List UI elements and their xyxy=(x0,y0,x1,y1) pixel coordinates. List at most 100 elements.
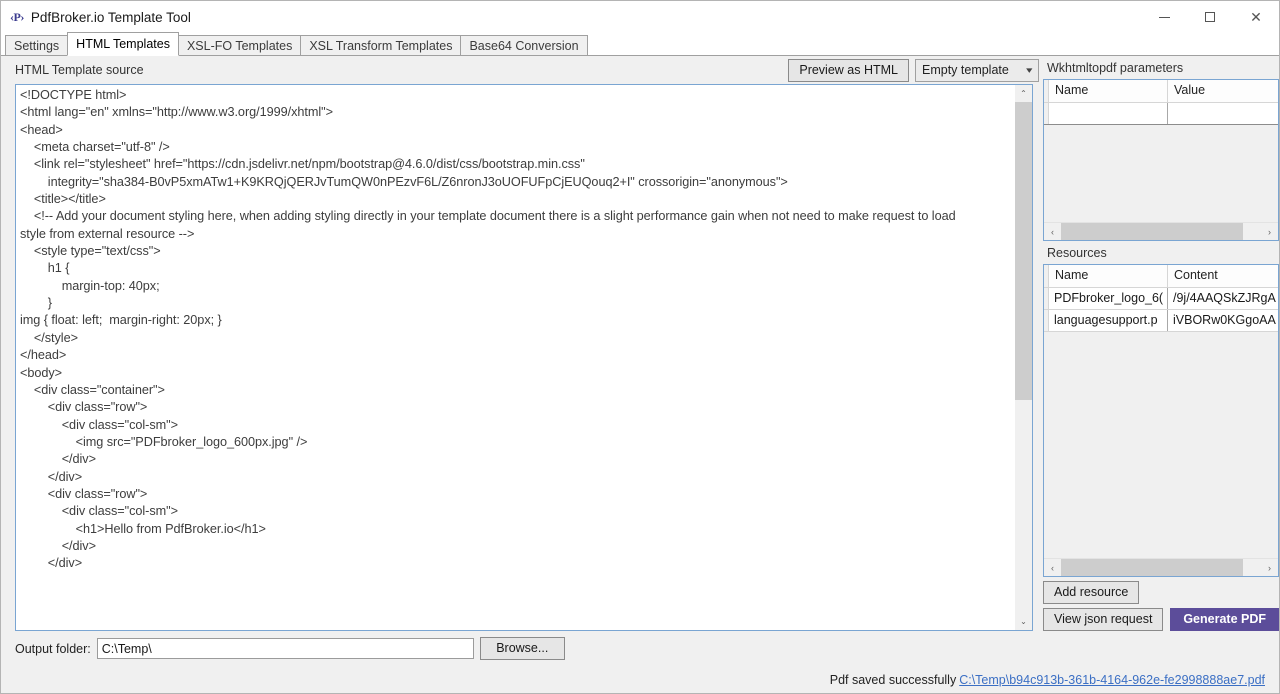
add-resource-row: Add resource xyxy=(1043,577,1279,604)
code-line: </style> xyxy=(20,330,78,345)
scrollbar-track[interactable] xyxy=(1061,223,1261,240)
generate-pdf-button[interactable]: Generate PDF xyxy=(1170,608,1279,631)
resources-column-content: Content xyxy=(1174,268,1218,282)
params-column-name: Name xyxy=(1049,80,1168,102)
params-column-value: Value xyxy=(1174,83,1206,97)
table-row[interactable]: languagesupport.p iVBORw0KGgoAA xyxy=(1044,310,1278,332)
close-button[interactable]: ✕ xyxy=(1233,1,1279,33)
preview-as-html-button[interactable]: Preview as HTML xyxy=(788,58,909,82)
chevron-down-icon: ▾ xyxy=(1026,64,1033,75)
code-line: <div class="row"> xyxy=(20,400,148,415)
code-line: integrity="sha384-B0vP5xmATw1+K9KRQjQERJ… xyxy=(20,174,788,189)
scrollbar-thumb[interactable] xyxy=(1061,559,1243,576)
status-bar: Pdf saved successfully C:\Temp\b94c913b-3… xyxy=(830,673,1265,687)
code-line: <div class="row"> xyxy=(20,486,148,501)
scrollbar-thumb[interactable] xyxy=(1015,102,1032,400)
resource-cell-content[interactable]: /9j/4AAQSkZJRgA xyxy=(1168,288,1278,309)
code-line: <!DOCTYPE html> xyxy=(20,88,127,102)
code-line: <head> xyxy=(20,122,63,137)
code-line: <div class="col-sm"> xyxy=(20,417,178,432)
tab-html-templates[interactable]: HTML Templates xyxy=(67,32,179,56)
code-editor[interactable]: <!DOCTYPE html> <html lang="en" xmlns="h… xyxy=(15,84,1033,631)
scroll-up-icon[interactable]: ⌃ xyxy=(1015,85,1032,102)
wkhtmltopdf-parameters-grid[interactable]: Name Value ‹ › xyxy=(1043,79,1279,241)
main-content: HTML Template source Preview as HTML Emp… xyxy=(1,56,1279,631)
editor-vertical-scrollbar[interactable]: ⌃ ⌄ xyxy=(1014,85,1032,630)
resource-cell-content[interactable]: iVBORw0KGgoAA xyxy=(1168,310,1278,331)
scroll-right-icon[interactable]: › xyxy=(1261,560,1278,576)
code-line: <img src="PDFbroker_logo_600px.jpg" /> xyxy=(20,434,308,449)
source-toolbar: HTML Template source Preview as HTML Emp… xyxy=(1,56,1039,84)
scroll-down-icon[interactable]: ⌄ xyxy=(1015,613,1032,630)
output-folder-row: Output folder: Browse... xyxy=(1,631,1279,660)
maximize-button[interactable] xyxy=(1187,1,1233,33)
code-line: <style type="text/css"> xyxy=(20,244,161,259)
resource-cell-name[interactable]: PDFbroker_logo_6( xyxy=(1049,288,1168,309)
code-line: margin-top: 40px; xyxy=(20,278,160,293)
title-bar: ‹P› PdfBroker.io Template Tool ✕ xyxy=(1,1,1279,33)
code-line: </head> xyxy=(20,348,67,363)
resources-horizontal-scrollbar[interactable]: ‹ › xyxy=(1044,558,1278,576)
status-message: Pdf saved successfully xyxy=(829,673,957,687)
scroll-left-icon[interactable]: ‹ xyxy=(1044,224,1061,240)
saved-pdf-link[interactable]: C:\Temp\b94c913b-361b-4164-962e-fe299888… xyxy=(959,673,1265,687)
source-label: HTML Template source xyxy=(15,63,144,77)
output-folder-input[interactable] xyxy=(96,638,474,659)
code-line: img { float: left; margin-right: 20px; } xyxy=(20,313,222,328)
browse-button[interactable]: Browse... xyxy=(479,637,565,660)
code-line: </div> xyxy=(20,538,96,553)
table-row[interactable] xyxy=(1044,103,1278,125)
template-select-value: Empty template xyxy=(922,63,1009,77)
code-line: <body> xyxy=(20,365,63,380)
code-line: style from external resource --> xyxy=(20,226,195,241)
minimize-button[interactable] xyxy=(1141,1,1187,33)
code-line: </div> xyxy=(20,556,83,571)
window-controls: ✕ xyxy=(1141,1,1279,33)
params-cell-name[interactable] xyxy=(1049,103,1168,124)
tab-xsl-fo-templates[interactable]: XSL-FO Templates xyxy=(177,35,302,56)
params-cell-value[interactable] xyxy=(1168,103,1278,124)
resources-grid-rows: PDFbroker_logo_6( /9j/4AAQSkZJRgA langua… xyxy=(1044,288,1278,558)
table-row[interactable]: PDFbroker_logo_6( /9j/4AAQSkZJRgA xyxy=(1044,288,1278,310)
code-line: } xyxy=(20,296,52,311)
template-select[interactable]: Empty template ▾ xyxy=(915,58,1039,82)
scrollbar-track[interactable] xyxy=(1061,559,1261,576)
scrollbar-thumb[interactable] xyxy=(1061,223,1243,240)
params-grid-rows xyxy=(1044,103,1278,222)
resources-grid[interactable]: Name Content PDFbroker_logo_6( /9j/4AAQS… xyxy=(1043,264,1279,577)
code-line: <!-- Add your document styling here, whe… xyxy=(20,209,956,224)
close-icon: ✕ xyxy=(1250,9,1262,25)
tab-bar: Settings HTML Templates XSL-FO Templates… xyxy=(1,32,1279,56)
view-json-request-button[interactable]: View json request xyxy=(1043,608,1164,631)
code-line: <meta charset="utf-8" /> xyxy=(20,140,170,155)
code-editor-text[interactable]: <!DOCTYPE html> <html lang="en" xmlns="h… xyxy=(16,85,1014,630)
output-folder-label: Output folder: xyxy=(15,641,91,656)
application-window: ‹P› PdfBroker.io Template Tool ✕ Setting… xyxy=(0,0,1280,694)
bottom-bar: Output folder: Browse... Pdf saved succe… xyxy=(1,631,1279,693)
resource-cell-name[interactable]: languagesupport.p xyxy=(1049,310,1168,331)
code-line: h1 { xyxy=(20,261,70,276)
params-grid-header: Name Value xyxy=(1044,80,1278,103)
code-line: </div> xyxy=(20,452,96,467)
tab-xsl-transform-templates[interactable]: XSL Transform Templates xyxy=(300,35,462,56)
tab-settings[interactable]: Settings xyxy=(5,35,69,56)
code-line: <link rel="stylesheet" href="https://cdn… xyxy=(20,157,585,172)
minimize-icon xyxy=(1158,16,1170,18)
code-line: <h1>Hello from PdfBroker.io</h1> xyxy=(20,521,266,536)
code-line: </div> xyxy=(20,469,83,484)
code-line: <html lang="en" xmlns="http://www.w3.org… xyxy=(20,105,333,120)
add-resource-button[interactable]: Add resource xyxy=(1043,581,1140,604)
params-horizontal-scrollbar[interactable]: ‹ › xyxy=(1044,222,1278,240)
resources-column-name: Name xyxy=(1049,265,1168,287)
action-buttons-row: View json request Generate PDF xyxy=(1043,604,1279,631)
scroll-left-icon[interactable]: ‹ xyxy=(1044,560,1061,576)
code-line: <div class="col-sm"> xyxy=(20,504,178,519)
window-title: PdfBroker.io Template Tool xyxy=(30,9,191,25)
resources-panel-label: Resources xyxy=(1047,246,1107,260)
code-line: <title></title> xyxy=(20,192,106,207)
right-panel: Wkhtmltopdf parameters Name Value ‹ › Re… xyxy=(1039,56,1279,631)
resources-grid-header: Name Content xyxy=(1044,265,1278,288)
scroll-right-icon[interactable]: › xyxy=(1261,224,1278,240)
tab-base64-conversion[interactable]: Base64 Conversion xyxy=(460,35,588,56)
code-line: <div class="container"> xyxy=(20,382,165,397)
